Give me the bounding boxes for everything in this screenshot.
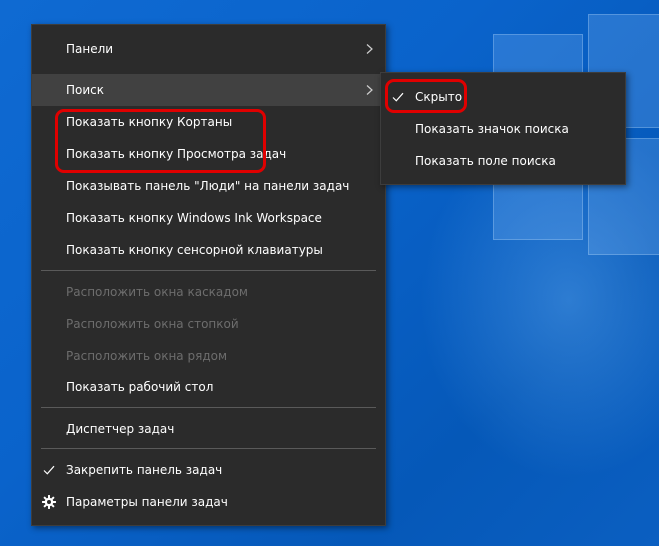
menu-separator [41,448,376,449]
menu-item-search[interactable]: Поиск [32,74,385,106]
menu-item-label: Показать кнопку Windows Ink Workspace [66,211,322,225]
menu-item-label: Расположить окна каскадом [66,285,248,299]
gear-icon [42,495,56,509]
menu-item-side-by-side-windows: Расположить окна рядом [32,340,385,372]
chevron-right-icon [366,85,373,95]
submenu-item-show-search-box[interactable]: Показать поле поиска [381,145,625,177]
menu-item-label: Показывать панель "Люди" на панели задач [66,179,350,193]
menu-item-label: Показать кнопку Просмотра задач [66,147,287,161]
menu-separator [41,270,376,271]
menu-item-show-people-bar[interactable]: Показывать панель "Люди" на панели задач [32,170,385,202]
menu-item-lock-taskbar[interactable]: Закрепить панель задач [32,454,385,486]
menu-item-show-touch-keyboard-button[interactable]: Показать кнопку сенсорной клавиатуры [32,234,385,266]
checkmark-icon [43,465,55,475]
menu-item-show-ink-workspace-button[interactable]: Показать кнопку Windows Ink Workspace [32,202,385,234]
menu-item-label: Показать рабочий стол [66,380,214,394]
menu-item-taskbar-settings[interactable]: Параметры панели задач [32,486,385,518]
chevron-right-icon [366,44,373,54]
submenu-item-label: Показать значок поиска [415,122,569,136]
submenu-item-label: Скрыто [415,90,463,104]
menu-item-cascade-windows: Расположить окна каскадом [32,276,385,308]
menu-item-label: Расположить окна стопкой [66,317,239,331]
submenu-item-hidden[interactable]: Скрыто [381,81,625,113]
menu-item-label: Показать кнопку сенсорной клавиатуры [66,243,323,257]
menu-item-label: Расположить окна рядом [66,349,228,363]
menu-item-stack-windows: Расположить окна стопкой [32,308,385,340]
submenu-item-show-search-icon[interactable]: Показать значок поиска [381,113,625,145]
menu-item-show-cortana-button[interactable]: Показать кнопку Кортаны [32,106,385,138]
menu-item-label: Диспетчер задач [66,422,175,436]
menu-item-label: Панели [66,42,114,56]
menu-item-show-task-view-button[interactable]: Показать кнопку Просмотра задач [32,138,385,170]
taskbar-context-menu: Панели Поиск Показать кнопку Кортаны Пок… [31,24,386,526]
menu-item-toolbars[interactable]: Панели [32,33,385,65]
menu-item-label: Закрепить панель задач [66,463,223,477]
menu-item-show-desktop[interactable]: Показать рабочий стол [32,371,385,403]
search-submenu: Скрыто Показать значок поиска Показать п… [380,72,626,185]
checkmark-icon [392,92,404,102]
menu-item-label: Параметры панели задач [66,495,228,509]
menu-item-task-manager[interactable]: Диспетчер задач [32,413,385,445]
submenu-item-label: Показать поле поиска [415,154,556,168]
menu-separator [41,407,376,408]
menu-item-label: Поиск [66,83,105,97]
menu-item-label: Показать кнопку Кортаны [66,115,233,129]
